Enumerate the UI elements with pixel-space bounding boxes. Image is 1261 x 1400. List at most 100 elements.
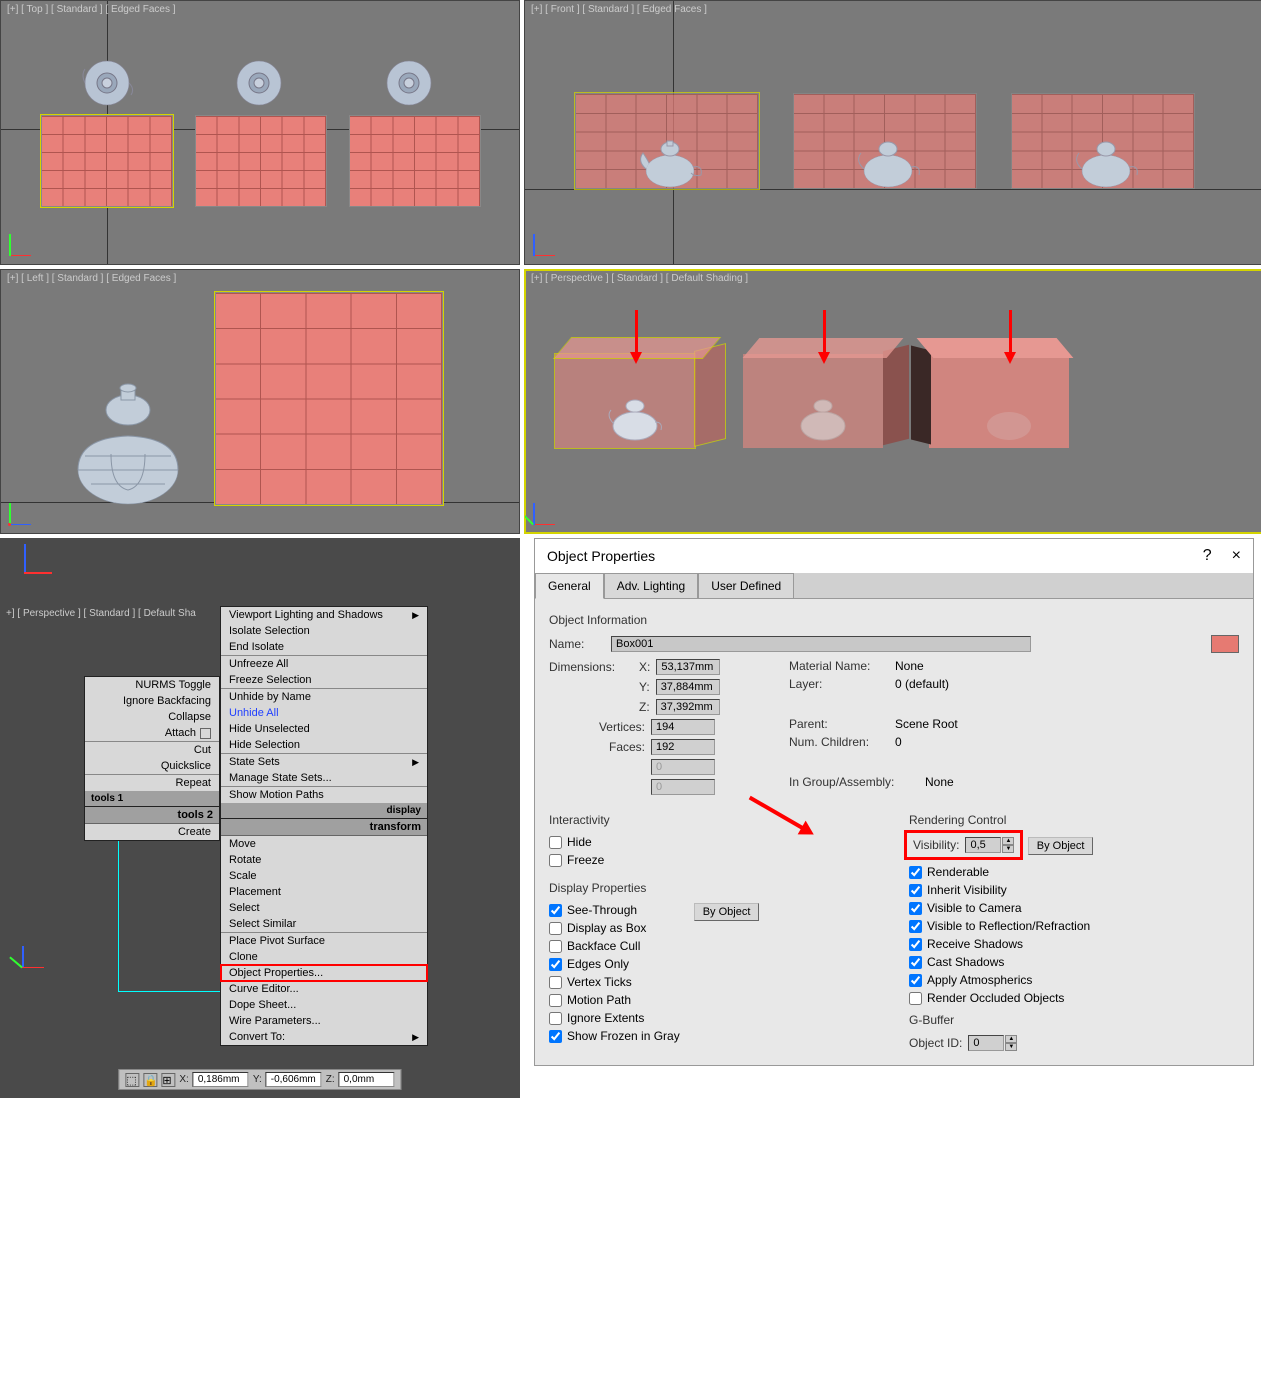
hide-checkbox[interactable]: Hide	[549, 835, 879, 849]
tab-user-defined[interactable]: User Defined	[698, 573, 794, 598]
viewport-front-label[interactable]: [+] [ Front ] [ Standard ] [ Edged Faces…	[531, 4, 707, 15]
inherit-visibility-checkbox[interactable]: Inherit Visibility	[909, 883, 1239, 897]
viewport-top[interactable]: [+] [ Top ] [ Standard ] [ Edged Faces ]	[0, 0, 520, 265]
attach-list-icon[interactable]	[200, 728, 211, 739]
visibility-control[interactable]: Visibility: 0,5 ▲▼	[909, 835, 1018, 855]
box-object[interactable]	[41, 115, 173, 207]
context-menu-tools2[interactable]: tools 2 Create	[84, 806, 220, 841]
viewport-front[interactable]: [+] [ Front ] [ Standard ] [ Edged Faces…	[524, 0, 1261, 265]
transform-type-in[interactable]: ⬚ 🔒 ⊞ X: 0,186mm Y: -0,606mm Z: 0,0mm	[118, 1069, 401, 1090]
context-menu-tools1[interactable]: NURMS Toggle Ignore Backfacing Collapse …	[84, 676, 220, 807]
by-object-button[interactable]: By Object	[694, 903, 760, 921]
menu-item[interactable]: Rotate	[221, 852, 427, 868]
lock-icon[interactable]: 🔒	[143, 1073, 157, 1087]
tab-adv-lighting[interactable]: Adv. Lighting	[604, 573, 699, 598]
teapot-wire-icon	[853, 137, 923, 189]
viewport-top-label[interactable]: [+] [ Top ] [ Standard ] [ Edged Faces ]	[7, 4, 176, 15]
context-menu-transform[interactable]: transform MoveRotateScalePlacementSelect…	[220, 818, 428, 1046]
backface-cull-checkbox[interactable]: Backface Cull	[549, 939, 680, 953]
menu-item[interactable]: Place Pivot Surface	[221, 933, 427, 949]
group-assembly: None	[925, 775, 954, 789]
viewport-perspective-2[interactable]: +] [ Perspective ] [ Standard ] [ Defaul…	[0, 538, 520, 1098]
spinner-up-icon[interactable]: ▲	[1002, 837, 1014, 845]
object-properties-dialog[interactable]: Object Properties ? × General Adv. Light…	[534, 538, 1254, 1066]
menu-item[interactable]: Placement	[221, 884, 427, 900]
box-object[interactable]	[215, 292, 443, 505]
viewport-left-label[interactable]: [+] [ Left ] [ Standard ] [ Edged Faces …	[7, 273, 176, 284]
visible-to-reflection-checkbox[interactable]: Visible to Reflection/Refraction	[909, 919, 1239, 933]
menu-item[interactable]: Show Motion Paths	[221, 787, 427, 803]
show-frozen-gray-checkbox[interactable]: Show Frozen in Gray	[549, 1029, 680, 1043]
selection-lock-icon[interactable]: ⬚	[125, 1073, 139, 1087]
motion-path-checkbox[interactable]: Motion Path	[549, 993, 680, 1007]
help-button[interactable]: ?	[1203, 547, 1212, 565]
menu-item[interactable]: Object Properties...	[221, 965, 427, 981]
menu-item[interactable]: Manage State Sets...	[221, 770, 427, 786]
receive-shadows-checkbox[interactable]: Receive Shadows	[909, 937, 1239, 951]
menu-item[interactable]: Dope Sheet...	[221, 997, 427, 1013]
spinner-down-icon[interactable]: ▼	[1002, 845, 1014, 853]
menu-item[interactable]: Convert To:	[221, 1029, 427, 1045]
ignore-extents-checkbox[interactable]: Ignore Extents	[549, 1011, 680, 1025]
menu-item[interactable]: Viewport Lighting and Shadows	[221, 607, 427, 623]
z-input[interactable]: 0,0mm	[339, 1072, 395, 1087]
x-input[interactable]: 0,186mm	[193, 1072, 249, 1087]
viewport-left[interactable]: [+] [ Left ] [ Standard ] [ Edged Faces …	[0, 269, 520, 534]
menu-item[interactable]: Hide Selection	[221, 737, 427, 753]
absolute-mode-icon[interactable]: ⊞	[161, 1073, 175, 1087]
menu-item[interactable]: Wire Parameters...	[221, 1013, 427, 1029]
box-object[interactable]	[195, 115, 327, 207]
menu-item[interactable]: Unhide All	[221, 705, 427, 721]
edges-only-checkbox[interactable]: Edges Only	[549, 957, 680, 971]
spinner-down-icon[interactable]: ▼	[1005, 1043, 1017, 1051]
context-menu[interactable]: NURMS Toggle Ignore Backfacing Collapse …	[84, 676, 428, 1046]
vertex-ticks-checkbox[interactable]: Vertex Ticks	[549, 975, 680, 989]
axis-gizmo-icon	[533, 226, 563, 256]
freeze-checkbox[interactable]: Freeze	[549, 853, 879, 867]
menu-item[interactable]: Cut	[85, 742, 219, 758]
menu-item[interactable]: Isolate Selection	[221, 623, 427, 639]
menu-item[interactable]: Collapse	[85, 709, 219, 725]
menu-item[interactable]: Ignore Backfacing	[85, 693, 219, 709]
menu-item[interactable]: Select	[221, 900, 427, 916]
name-field[interactable]: Box001	[611, 636, 1031, 652]
visible-to-camera-checkbox[interactable]: Visible to Camera	[909, 901, 1239, 915]
menu-item[interactable]: State Sets	[221, 754, 427, 770]
menu-item[interactable]: End Isolate	[221, 639, 427, 655]
renderable-checkbox[interactable]: Renderable	[909, 865, 1239, 879]
display-as-box-checkbox[interactable]: Display as Box	[549, 921, 680, 935]
menu-item[interactable]: Attach	[85, 725, 219, 741]
render-occluded-checkbox[interactable]: Render Occluded Objects	[909, 991, 1239, 1005]
dim-x: 53,137mm	[656, 659, 720, 675]
color-swatch[interactable]	[1211, 635, 1239, 653]
menu-item[interactable]: NURMS Toggle	[85, 677, 219, 693]
y-input[interactable]: -0,606mm	[266, 1072, 322, 1087]
menu-item[interactable]: Quickslice	[85, 758, 219, 774]
viewport-persp2-label[interactable]: +] [ Perspective ] [ Standard ] [ Defaul…	[6, 608, 196, 619]
menu-item[interactable]: Scale	[221, 868, 427, 884]
visibility-input[interactable]: 0,5	[965, 837, 1001, 853]
apply-atmospherics-checkbox[interactable]: Apply Atmospherics	[909, 973, 1239, 987]
spinner-up-icon[interactable]: ▲	[1005, 1035, 1017, 1043]
menu-item-create[interactable]: Create	[85, 824, 219, 840]
box-object[interactable]	[349, 115, 481, 207]
cast-shadows-checkbox[interactable]: Cast Shadows	[909, 955, 1239, 969]
teapot-icon	[791, 394, 855, 442]
object-id-input[interactable]: 0	[968, 1035, 1004, 1051]
menu-item[interactable]: Unhide by Name	[221, 689, 427, 705]
tab-general[interactable]: General	[535, 573, 604, 599]
menu-item[interactable]: Unfreeze All	[221, 656, 427, 672]
menu-item[interactable]: Move	[221, 836, 427, 852]
menu-item[interactable]: Clone	[221, 949, 427, 965]
menu-item[interactable]: Repeat	[85, 775, 219, 791]
see-through-checkbox[interactable]: See-Through	[549, 903, 680, 917]
menu-item[interactable]: Curve Editor...	[221, 981, 427, 997]
viewport-persp-label[interactable]: [+] [ Perspective ] [ Standard ] [ Defau…	[531, 273, 748, 284]
viewport-perspective[interactable]: [+] [ Perspective ] [ Standard ] [ Defau…	[524, 269, 1261, 534]
by-object-button[interactable]: By Object	[1028, 837, 1094, 855]
menu-item[interactable]: Freeze Selection	[221, 672, 427, 688]
menu-item[interactable]: Select Similar	[221, 916, 427, 932]
context-menu-display[interactable]: Viewport Lighting and ShadowsIsolate Sel…	[220, 606, 428, 819]
close-button[interactable]: ×	[1232, 547, 1241, 565]
menu-item[interactable]: Hide Unselected	[221, 721, 427, 737]
